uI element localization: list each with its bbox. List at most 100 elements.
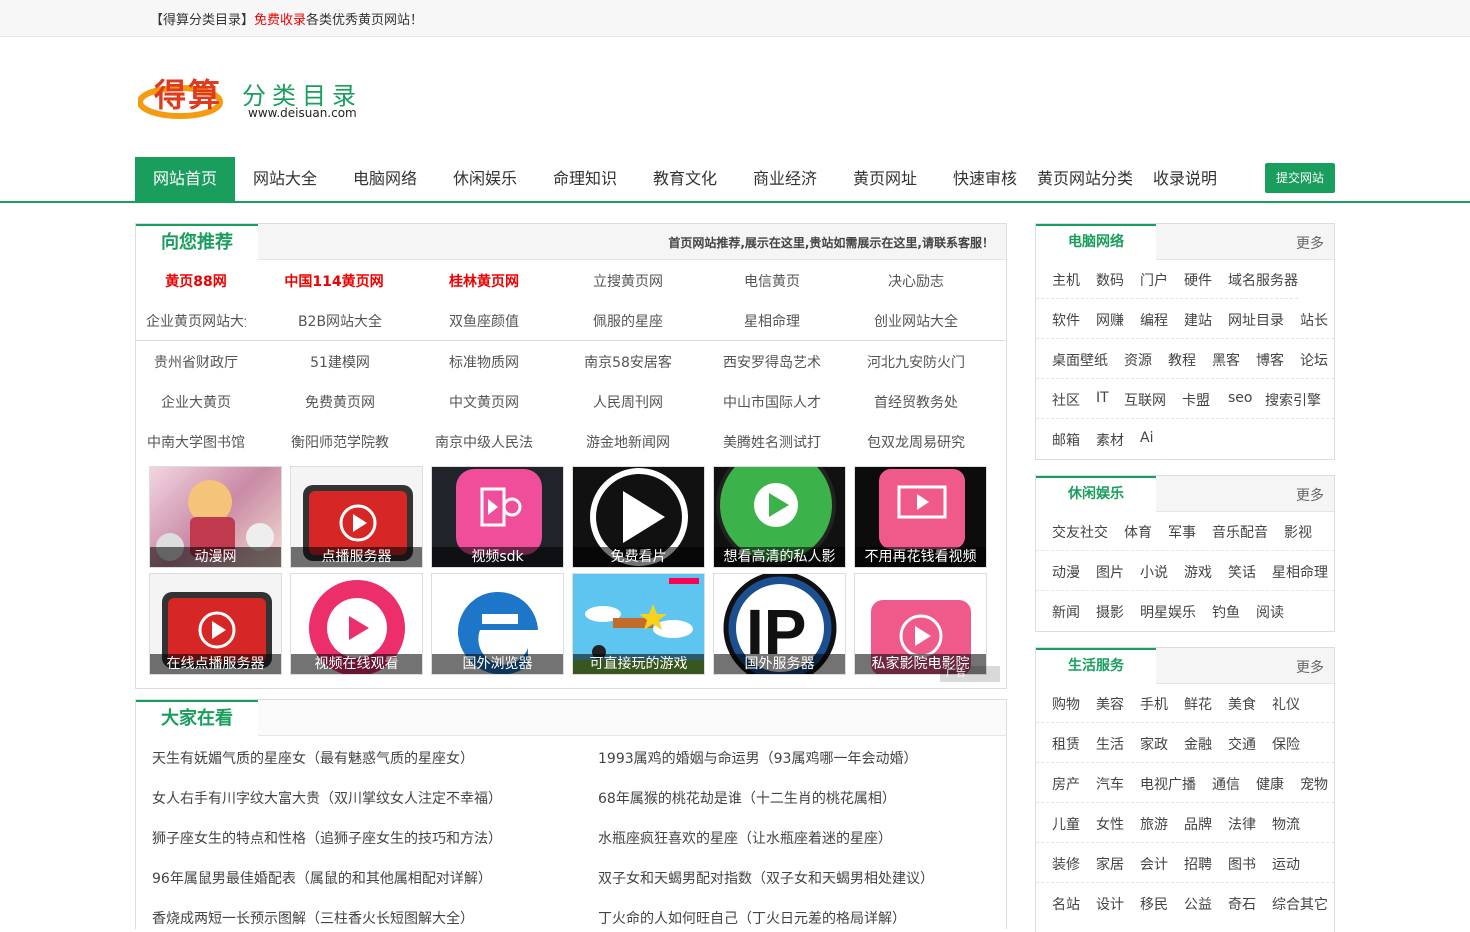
site-link[interactable]: 电信黄页 <box>712 271 832 291</box>
site-link[interactable]: 中山市国际人才 <box>722 392 822 412</box>
category-tag[interactable]: 鲜花 <box>1184 694 1212 714</box>
site-link[interactable]: 立搜黄页网 <box>568 271 688 291</box>
site-link[interactable]: 免费黄页网 <box>280 392 400 412</box>
category-tag[interactable]: 健康 <box>1256 774 1284 794</box>
category-tag[interactable]: 小说 <box>1140 562 1168 582</box>
side-life-title[interactable]: 生活服务 <box>1036 648 1156 685</box>
site-link[interactable]: 51建模网 <box>280 352 400 372</box>
category-tag[interactable]: 钓鱼 <box>1212 602 1240 622</box>
nav-item-instructions[interactable]: 收录说明 <box>1135 157 1235 201</box>
site-link[interactable]: 衡阳师范学院教 <box>286 432 394 452</box>
category-tag[interactable]: 交友社交 <box>1052 522 1108 542</box>
category-tag[interactable]: 名站 <box>1052 894 1080 914</box>
site-link[interactable]: 中国114黄页网 <box>280 271 388 291</box>
category-tag[interactable]: 邮箱 <box>1052 430 1080 450</box>
category-tag[interactable]: 域名服务器 <box>1228 270 1298 290</box>
side-computer-title[interactable]: 电脑网络 <box>1036 224 1156 261</box>
category-tag[interactable]: 女性 <box>1096 814 1124 834</box>
site-link[interactable]: 黄页88网 <box>136 271 256 291</box>
category-tag[interactable]: 运动 <box>1272 854 1300 874</box>
thumb-foreign-browser[interactable]: 国外浏览器 <box>431 573 564 675</box>
site-link[interactable]: 游金地新闻网 <box>568 432 688 452</box>
nav-item-fast-review[interactable]: 快速审核 <box>935 157 1035 201</box>
category-tag[interactable]: 品牌 <box>1184 814 1212 834</box>
site-link[interactable]: 南京58安居客 <box>568 352 688 372</box>
nav-item-sites[interactable]: 网站大全 <box>235 157 335 201</box>
category-tag[interactable]: 美食 <box>1228 694 1256 714</box>
site-link[interactable]: 企业大黄页 <box>136 392 256 412</box>
category-tag[interactable]: 笑话 <box>1228 562 1256 582</box>
category-tag[interactable]: 社区 <box>1052 390 1080 410</box>
category-tag[interactable]: 新闻 <box>1052 602 1080 622</box>
category-tag[interactable]: 美容 <box>1096 694 1124 714</box>
category-tag[interactable]: 资源 <box>1124 350 1152 370</box>
thumb-video-online[interactable]: 视频在线观看 <box>290 573 423 675</box>
category-tag[interactable]: 星相命理 <box>1272 562 1328 582</box>
article-link[interactable]: 1993属鸡的婚姻与命运男（93属鸡哪一年会动婚） <box>598 748 917 768</box>
category-tag[interactable]: 编程 <box>1140 310 1168 330</box>
category-tag[interactable]: 站长 <box>1300 310 1328 330</box>
thumb-home-cinema[interactable]: 私家影院电影院 <box>854 573 987 675</box>
article-link[interactable]: 68年属猴的桃花劫是谁（十二生肖的桃花属相） <box>598 788 896 808</box>
category-tag[interactable]: 儿童 <box>1052 814 1080 834</box>
nav-item-education[interactable]: 教育文化 <box>635 157 735 201</box>
nav-item-computer[interactable]: 电脑网络 <box>335 157 435 201</box>
category-tag[interactable]: 软件 <box>1052 310 1080 330</box>
category-tag[interactable]: 租赁 <box>1052 734 1080 754</box>
site-link[interactable]: 桂林黄页网 <box>424 271 544 291</box>
thumb-playable-games[interactable]: 可直接玩的游戏 <box>572 573 705 675</box>
site-link[interactable]: 中南大学图书馆 <box>146 432 246 452</box>
article-link[interactable]: 狮子座女生的特点和性格（追狮子座女生的技巧和方法） <box>152 828 502 848</box>
thumb-anime[interactable]: 动漫网 <box>149 466 282 568</box>
category-tag[interactable]: 房产 <box>1052 774 1080 794</box>
category-tag[interactable]: 博客 <box>1256 350 1284 370</box>
thumb-online-vod[interactable]: 在线点播服务器 <box>149 573 282 675</box>
nav-item-home[interactable]: 网站首页 <box>135 157 235 201</box>
slogan-highlight[interactable]: 免费收录 <box>254 13 306 28</box>
site-logo[interactable]: 得算 分类目录 www.deisuan.com <box>137 70 378 124</box>
more-link[interactable]: 更多 <box>1296 657 1324 677</box>
thumb-video-sdk[interactable]: 视频sdk <box>431 466 564 568</box>
site-link[interactable]: 决心励志 <box>856 271 976 291</box>
nav-item-yellowpages[interactable]: 黄页网址 <box>835 157 935 201</box>
category-tag[interactable]: IT <box>1096 390 1109 406</box>
site-link[interactable]: B2B网站大全 <box>280 311 400 331</box>
thumb-private-cinema[interactable]: 想看高清的私人影 <box>713 466 846 568</box>
site-link[interactable]: 贵州省财政厅 <box>146 352 246 372</box>
category-tag[interactable]: 网址目录 <box>1228 310 1284 330</box>
category-tag[interactable]: 保险 <box>1272 734 1300 754</box>
site-link[interactable]: 创业网站大全 <box>856 311 976 331</box>
site-link[interactable]: 标准物质网 <box>424 352 544 372</box>
category-tag[interactable]: 建站 <box>1184 310 1212 330</box>
category-tag[interactable]: 物流 <box>1272 814 1300 834</box>
category-tag[interactable]: 影视 <box>1284 522 1312 542</box>
site-link[interactable]: 首经贸教务处 <box>856 392 976 412</box>
category-tag[interactable]: 旅游 <box>1140 814 1168 834</box>
category-tag[interactable]: 奇石 <box>1228 894 1256 914</box>
category-tag[interactable]: 设计 <box>1096 894 1124 914</box>
category-tag[interactable]: 卡盟 <box>1182 390 1210 410</box>
category-tag[interactable]: 交通 <box>1228 734 1256 754</box>
category-tag[interactable]: 动漫 <box>1052 562 1080 582</box>
nav-item-leisure[interactable]: 休闲娱乐 <box>435 157 535 201</box>
category-tag[interactable]: 公益 <box>1184 894 1212 914</box>
category-tag[interactable]: 互联网 <box>1124 390 1166 410</box>
category-tag[interactable]: 论坛 <box>1300 350 1328 370</box>
recommend-notice[interactable]: 首页网站推荐,展示在这里,贵站如需展示在这里,请联系客服！ <box>668 234 994 251</box>
site-link[interactable]: 南京中级人民法 <box>434 432 534 452</box>
category-tag[interactable]: 图片 <box>1096 562 1124 582</box>
category-tag[interactable]: 搜索引擎 <box>1265 390 1321 410</box>
category-tag[interactable]: 教程 <box>1168 350 1196 370</box>
ad-badge[interactable]: 广告 <box>940 666 1000 682</box>
category-tag[interactable]: 游戏 <box>1184 562 1212 582</box>
category-tag[interactable]: Ai <box>1140 430 1153 446</box>
category-tag[interactable]: 数码 <box>1096 270 1124 290</box>
article-link[interactable]: 水瓶座疯狂喜欢的星座（让水瓶座着迷的星座） <box>598 828 892 848</box>
category-tag[interactable]: 移民 <box>1140 894 1168 914</box>
category-tag[interactable]: 家政 <box>1140 734 1168 754</box>
site-link[interactable]: 企业黄页网站大全 <box>146 311 246 331</box>
category-tag[interactable]: 购物 <box>1052 694 1080 714</box>
thumb-vod-server[interactable]: 点播服务器 <box>290 466 423 568</box>
category-tag[interactable]: 宠物 <box>1300 774 1328 794</box>
site-link[interactable]: 包双龙周易研究 <box>866 432 966 452</box>
